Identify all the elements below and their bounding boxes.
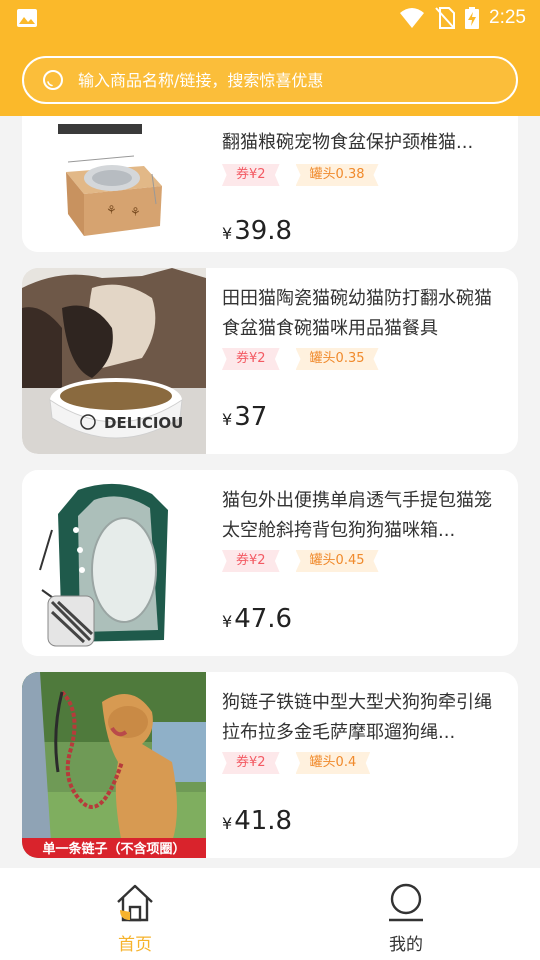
tab-home-label: 首页 (118, 935, 152, 955)
product-title: 翻猫粮碗宠物食盆保护颈椎猫... (222, 132, 474, 153)
cashback-badge: 罐头0.45 (295, 550, 379, 572)
bottom-tab-bar: 首页 我的 (0, 868, 540, 960)
product-price: ¥ 41.8 (222, 806, 292, 836)
tab-home[interactable]: 首页 (75, 882, 195, 956)
svg-text:⚘: ⚘ (106, 203, 117, 217)
coupon-badge: 券¥2 (222, 752, 280, 774)
product-title: 田田猫陶瓷猫碗幼猫防打翻水碗猫食盆猫食碗猫咪用品猫餐具 (222, 288, 492, 339)
cashback-badge: 罐头0.38 (295, 164, 379, 186)
product-card[interactable]: 单一条链子（不含项圈） 狗链子铁链中型大型犬狗狗牵引绳拉布拉多金毛萨摩耶遛狗绳.… (22, 672, 518, 858)
search-input[interactable] (78, 70, 478, 90)
product-price: ¥ 39.8 (222, 216, 292, 246)
product-title: 猫包外出便携单肩透气手提包猫笼太空舱斜挎背包狗狗猫咪箱... (222, 490, 492, 541)
product-card[interactable]: ⚘ ⚘ 翻猫粮碗宠物食盆保护颈椎猫... 券¥2 罐头0.38 ¥ 39.8 (22, 116, 518, 252)
gallery-notification-icon (17, 9, 37, 27)
search-header (0, 36, 540, 116)
svg-text:⚘: ⚘ (130, 205, 141, 219)
coupon-badge: 券¥2 (222, 550, 280, 572)
product-image (22, 470, 206, 656)
product-image: ⚘ ⚘ (22, 116, 206, 252)
no-sim-icon (435, 7, 456, 29)
product-price: ¥ 37 (222, 402, 267, 432)
search-bar[interactable] (22, 56, 518, 104)
currency-symbol: ¥ (222, 224, 233, 243)
coupon-badge: 券¥2 (222, 164, 280, 186)
price-value: 47.6 (234, 604, 293, 634)
product-price: ¥ 47.6 (222, 604, 292, 634)
currency-symbol: ¥ (222, 814, 233, 833)
tab-mine[interactable]: 我的 (346, 882, 466, 956)
price-value: 41.8 (234, 806, 293, 836)
battery-charging-icon (465, 7, 480, 29)
wifi-icon (400, 8, 425, 28)
product-tags: 券¥2 罐头0.38 (222, 164, 379, 186)
bowl-label: DELICIOU (104, 414, 183, 432)
cashback-badge: 罐头0.35 (295, 348, 379, 370)
status-bar: 2:25 (0, 0, 540, 36)
search-icon (43, 70, 63, 90)
profile-icon (389, 883, 423, 922)
price-value: 37 (234, 402, 268, 432)
product-image: 单一条链子（不含项圈） (22, 672, 206, 858)
home-icon (117, 884, 153, 922)
coupon-badge: 券¥2 (222, 348, 280, 370)
status-time: 2:25 (489, 7, 526, 28)
product-card[interactable]: DELICIOU 田田猫陶瓷猫碗幼猫防打翻水碗猫食盆猫食碗猫咪用品猫餐具 券¥2… (22, 268, 518, 454)
product-tags: 券¥2 罐头0.45 (222, 550, 379, 572)
price-value: 39.8 (234, 216, 293, 246)
cashback-badge: 罐头0.4 (295, 752, 371, 774)
product-card[interactable]: 猫包外出便携单肩透气手提包猫笼太空舱斜挎背包狗狗猫咪箱... 券¥2 罐头0.4… (22, 470, 518, 656)
product-list[interactable]: ⚘ ⚘ 翻猫粮碗宠物食盆保护颈椎猫... 券¥2 罐头0.38 ¥ 39.8 D… (0, 116, 540, 868)
product-tags: 券¥2 罐头0.4 (222, 752, 371, 774)
currency-symbol: ¥ (222, 612, 233, 631)
product-tags: 券¥2 罐头0.35 (222, 348, 379, 370)
currency-symbol: ¥ (222, 410, 233, 429)
product-title: 狗链子铁链中型大型犬狗狗牵引绳拉布拉多金毛萨摩耶遛狗绳... (222, 692, 492, 743)
leash-banner-text: 单一条链子（不含项圈） (42, 841, 185, 857)
product-image: DELICIOU (22, 268, 206, 454)
tab-mine-label: 我的 (389, 935, 423, 955)
